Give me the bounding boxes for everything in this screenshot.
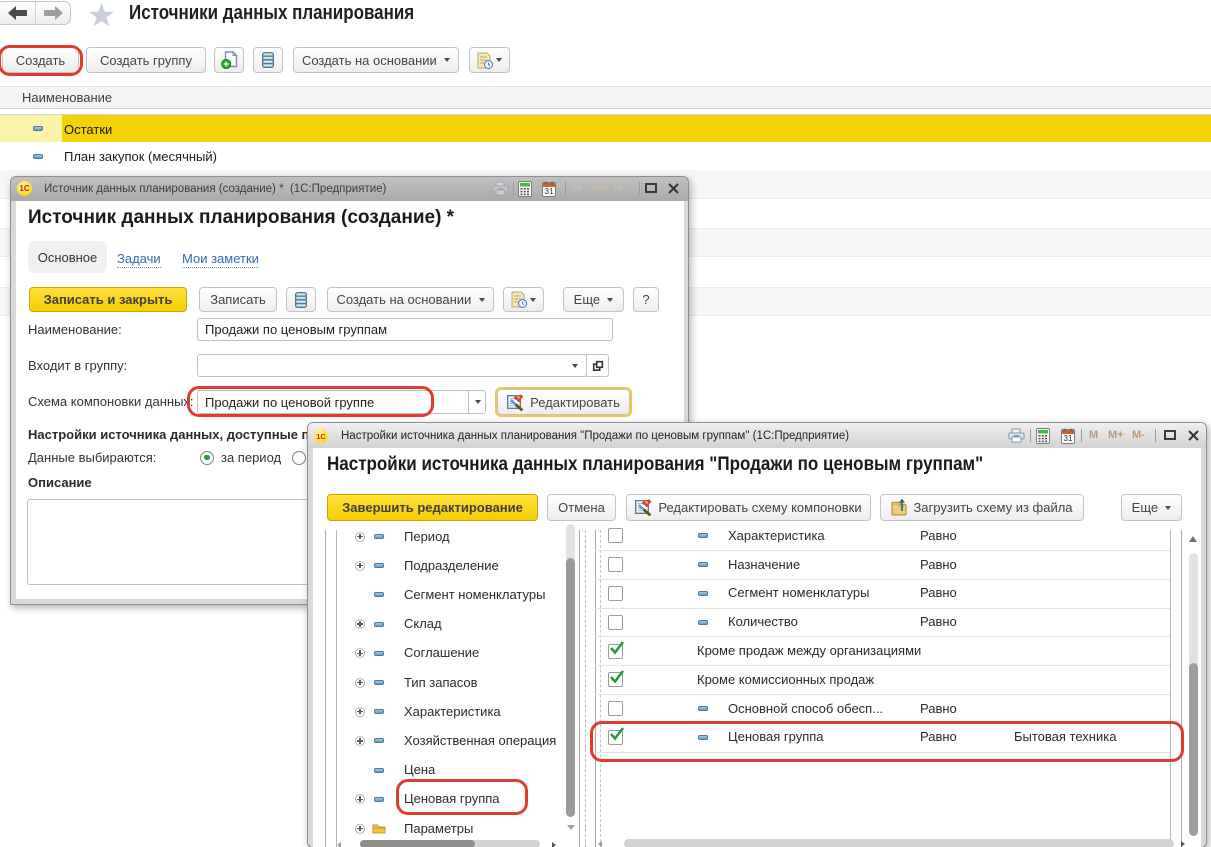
- svg-text:31: 31: [545, 187, 554, 196]
- svg-text:31: 31: [1064, 434, 1073, 443]
